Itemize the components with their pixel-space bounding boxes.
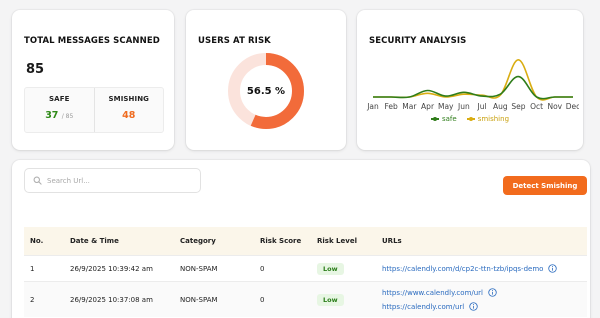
detect-smishing-button[interactable]: Detect Smishing bbox=[503, 176, 587, 195]
x-tick-label: Jan bbox=[366, 102, 379, 111]
legend-smishing[interactable]: smishing bbox=[466, 115, 510, 123]
safe-count: 37 bbox=[45, 110, 59, 121]
info-icon[interactable] bbox=[488, 288, 497, 297]
x-tick-label: Oct bbox=[530, 102, 543, 111]
risk-level-badge: Low bbox=[317, 262, 344, 275]
legend-safe-swatch bbox=[430, 116, 439, 121]
smishing-label: SMISHING bbox=[108, 95, 150, 103]
row-no: 1 bbox=[30, 264, 35, 273]
risk-level-badge: Low bbox=[317, 293, 344, 306]
header-risk-score: Risk Score bbox=[260, 237, 302, 245]
scan-results-panel: Detect Smishing No. Date & Time Category… bbox=[12, 160, 590, 318]
table-row: 2 26/9/2025 10:37:08 am NON-SPAM 0 Low h… bbox=[24, 281, 587, 317]
results-table: No. Date & Time Category Risk Score Risk… bbox=[24, 227, 587, 317]
x-tick-label: Apr bbox=[421, 102, 435, 111]
row-datetime: 26/9/2025 10:37:08 am bbox=[70, 295, 153, 304]
info-icon[interactable] bbox=[548, 264, 558, 273]
row-no: 2 bbox=[30, 295, 35, 304]
users-at-risk-card: USERS AT RISK 56.5 % bbox=[186, 10, 346, 150]
table-header: No. Date & Time Category Risk Score Risk… bbox=[24, 227, 587, 255]
header-urls: URLs bbox=[382, 237, 402, 245]
total-messages-count: 85 bbox=[26, 62, 45, 77]
header-no: No. bbox=[30, 237, 44, 245]
total-messages-card: TOTAL MESSAGES SCANNED 85 SAFE 37 / 85 S… bbox=[12, 10, 174, 150]
safe-label: SAFE bbox=[49, 95, 70, 103]
search-box bbox=[24, 168, 201, 193]
row-urls: https://www.calendly.com/url https://cal… bbox=[382, 286, 587, 314]
header-datetime: Date & Time bbox=[70, 237, 119, 245]
x-tick-label: Aug bbox=[493, 102, 508, 111]
security-analysis-title: SECURITY ANALYSIS bbox=[369, 36, 467, 46]
legend-safe-label: safe bbox=[441, 115, 457, 123]
row-risk-score: 0 bbox=[260, 264, 265, 273]
url-link[interactable]: https://calendly.com/d/cp2c-ttn-tzb/ipqs… bbox=[382, 265, 543, 273]
legend-smishing-swatch bbox=[466, 116, 475, 121]
smishing-count: 48 bbox=[122, 110, 136, 121]
risk-percent: 56.5 % bbox=[246, 85, 286, 97]
x-tick-label: Mar bbox=[402, 102, 417, 111]
chart-legend: safe smishing bbox=[357, 115, 583, 123]
series-line-safe bbox=[372, 75, 573, 100]
users-at-risk-title: USERS AT RISK bbox=[198, 36, 271, 46]
row-category: NON-SPAM bbox=[180, 264, 218, 273]
header-category: Category bbox=[180, 237, 216, 245]
safe-smishing-breakdown: SAFE 37 / 85 SMISHING 48 bbox=[24, 87, 164, 133]
row-datetime: 26/9/2025 10:39:42 am bbox=[70, 264, 153, 273]
total-messages-title: TOTAL MESSAGES SCANNED bbox=[24, 36, 160, 46]
safe-stat: SAFE 37 / 85 bbox=[25, 88, 94, 132]
x-tick-label: Dec bbox=[566, 102, 579, 111]
legend-safe[interactable]: safe bbox=[430, 115, 457, 123]
header-risk-level: Risk Level bbox=[317, 237, 357, 245]
search-icon bbox=[33, 176, 42, 185]
safe-total: / 85 bbox=[61, 113, 74, 120]
legend-smishing-label: smishing bbox=[477, 115, 510, 123]
security-analysis-card: SECURITY ANALYSIS Jan Feb Mar Apr May Jun Jul A… bbox=[357, 10, 583, 150]
x-tick-label: Feb bbox=[385, 102, 399, 111]
row-risk-score: 0 bbox=[260, 295, 265, 304]
table-row: 1 26/9/2025 10:39:42 am NON-SPAM 0 Low h… bbox=[24, 255, 587, 281]
smishing-stat: SMISHING 48 bbox=[93, 88, 164, 132]
row-category: NON-SPAM bbox=[180, 295, 218, 304]
info-icon[interactable] bbox=[469, 302, 478, 311]
search-input[interactable] bbox=[47, 176, 187, 185]
url-link[interactable]: https://calendly.com/url bbox=[382, 303, 464, 311]
x-tick-label: Jun bbox=[457, 102, 470, 111]
x-tick-label: May bbox=[438, 102, 454, 111]
row-urls: https://calendly.com/d/cp2c-ttn-tzb/ipqs… bbox=[382, 262, 587, 276]
url-link[interactable]: https://www.calendly.com/url bbox=[382, 289, 483, 297]
x-tick-label: Sep bbox=[511, 102, 525, 111]
x-tick-label: Nov bbox=[547, 102, 562, 111]
x-tick-label: Jul bbox=[477, 102, 487, 111]
